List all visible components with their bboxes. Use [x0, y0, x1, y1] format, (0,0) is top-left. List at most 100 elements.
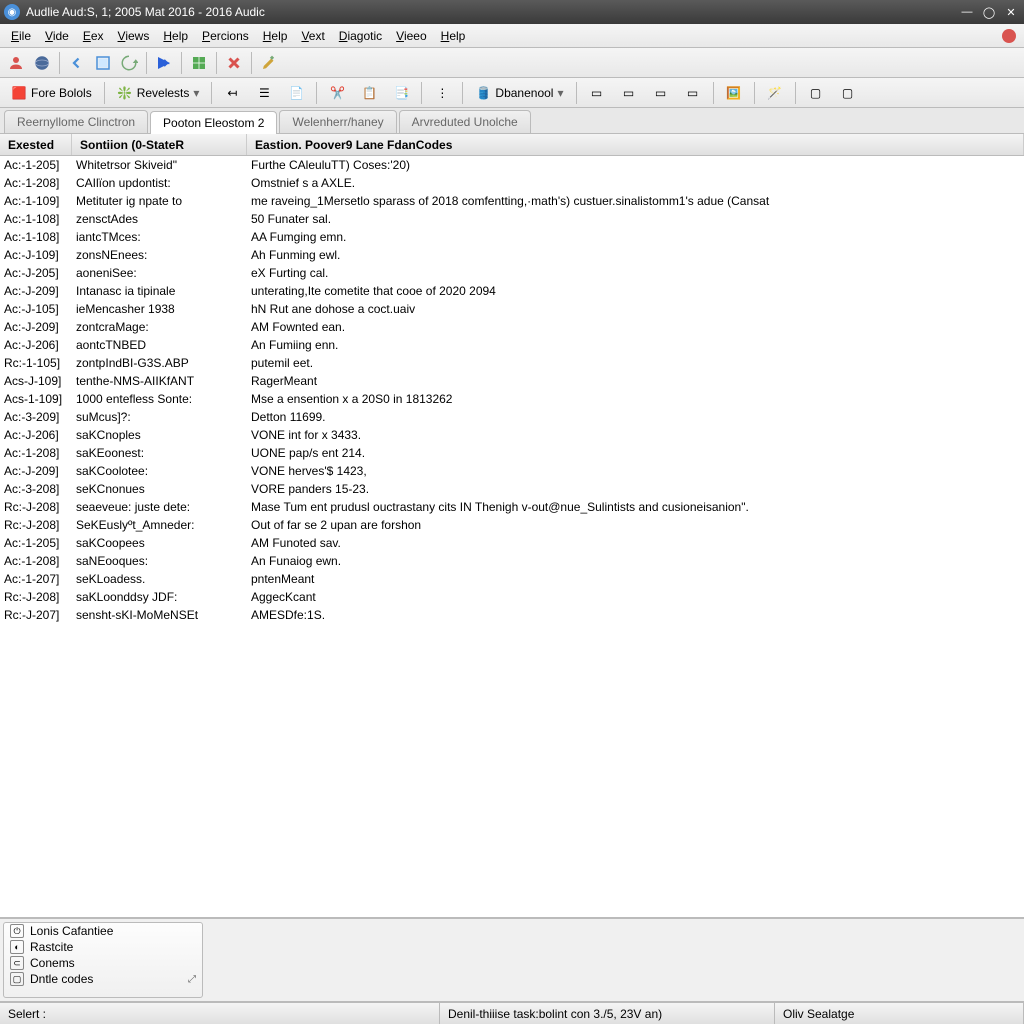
bottom-panel: ⏻Lonis Cafantiee ◐Rastcite ⊂Conems ▢Dntl…: [0, 918, 1024, 1002]
revelests-button[interactable]: ❇️Revelests▾: [110, 82, 207, 104]
table-row[interactable]: Ac:-1-207]seKLoadess.pntenMeant: [0, 570, 1024, 588]
tab-pooton[interactable]: Pooton Eleostom 2: [150, 111, 277, 134]
tb2-frame1-icon[interactable]: ▢: [801, 82, 831, 104]
tb2-wand-icon[interactable]: 🪄: [760, 82, 790, 104]
tb2-cut-icon[interactable]: ✂️: [322, 82, 352, 104]
tb2-panel3-icon[interactable]: ▭: [646, 82, 676, 104]
table-row[interactable]: Ac:-J-209]saKCoolotee:VONE herves'$ 1423…: [0, 462, 1024, 480]
bl-rastcite[interactable]: ◐Rastcite: [4, 939, 202, 955]
table-row[interactable]: Ac:-3-209]suMcus]?:Detton 11699.: [0, 408, 1024, 426]
tb2-list-icon[interactable]: ☰: [249, 82, 279, 104]
table-row[interactable]: Ac:-J-105]ieMencasher 1938hN Rut ane doh…: [0, 300, 1024, 318]
square-icon: ▢: [10, 972, 24, 986]
cylinder-icon: 🛢️: [475, 85, 491, 101]
alert-icon[interactable]: [1002, 29, 1016, 43]
power-icon: ⏻: [10, 924, 24, 938]
back-icon[interactable]: [65, 51, 89, 75]
col-eastion[interactable]: Eastion. Poover9 Lane FdanCodes: [247, 134, 1024, 155]
menu-vieeo[interactable]: Vieeo: [389, 27, 433, 45]
window-title: Audlie Aud:S, 1; 2005 Mat 2016 - 2016 Au…: [26, 5, 958, 19]
menubar: Eile Vide Eex Views Help Percions Help V…: [0, 24, 1024, 48]
table-row[interactable]: Ac:-J-209]Intanasc ia tipinaleunterating…: [0, 282, 1024, 300]
table-row[interactable]: Ac:-J-205]aoneniSee:eX Furting cal.: [0, 264, 1024, 282]
menu-help3[interactable]: Help: [434, 27, 473, 45]
table-row[interactable]: Ac:-J-209]zontcraMage:AM Fownted ean.: [0, 318, 1024, 336]
tb2-bullets-icon[interactable]: ⋮: [427, 82, 457, 104]
tb2-back-icon[interactable]: ↤: [217, 82, 247, 104]
fore-bolols-button[interactable]: 🟥Fore Bolols: [4, 82, 99, 104]
bottom-list: ⏻Lonis Cafantiee ◐Rastcite ⊂Conems ▢Dntl…: [3, 922, 203, 998]
bl-conems[interactable]: ⊂Conems: [4, 955, 202, 971]
maximize-button[interactable]: ◯: [980, 4, 998, 20]
tb2-copy-icon[interactable]: 📋: [354, 82, 384, 104]
app-icon: ◉: [4, 4, 20, 20]
table-row[interactable]: Ac:-J-206]aontcTNBEDAn Fumiing enn.: [0, 336, 1024, 354]
table-row[interactable]: Ac:-1-208]CAIlïon updontist:Omstnief s a…: [0, 174, 1024, 192]
table-row[interactable]: Acs-J-109]tenthe-NMS-AIIKfANTRagerMeant: [0, 372, 1024, 390]
circle-icon: ◐: [10, 940, 24, 954]
menu-vext[interactable]: Vext: [294, 27, 331, 45]
stop-icon: 🟥: [11, 85, 27, 101]
menu-diagotic[interactable]: Diagotic: [332, 27, 389, 45]
status-selert: Selert :: [0, 1003, 440, 1024]
table-row[interactable]: Rc:-J-208]seaeveue: juste dete:Mase Tum …: [0, 498, 1024, 516]
table-row[interactable]: Ac:-1-205]Whitetrsor Skiveid"Furthe CAle…: [0, 156, 1024, 174]
table-row[interactable]: Ac:-J-206]saKCnoplesVONE int for x 3433.: [0, 426, 1024, 444]
table-row[interactable]: Ac:-1-208]saNEooques:An Funaiog ewn.: [0, 552, 1024, 570]
menu-help2[interactable]: Help: [256, 27, 295, 45]
statusbar: Selert : Denil-thiiise task:bolint con 3…: [0, 1002, 1024, 1024]
tab-welenherr[interactable]: Welenherr/haney: [279, 110, 396, 133]
table-row[interactable]: Ac:-1-108]zensctAdes50 Funater sal.: [0, 210, 1024, 228]
table-row[interactable]: Ac:-1-205]saKCoopeesAM Funoted sav.: [0, 534, 1024, 552]
globe-icon[interactable]: [30, 51, 54, 75]
table-row[interactable]: Ac:-1-108]iantcTMces:AA Fumging emn.: [0, 228, 1024, 246]
tab-arvreduted[interactable]: Arvreduted Unolche: [399, 110, 531, 133]
col-exested[interactable]: Exested: [0, 134, 72, 155]
table-row[interactable]: Ac:-3-208]seKCnonuesVORE panders 15-23.: [0, 480, 1024, 498]
titlebar: ◉ Audlie Aud:S, 1; 2005 Mat 2016 - 2016 …: [0, 0, 1024, 24]
status-oliv: Oliv Sealatge: [775, 1003, 1024, 1024]
menu-percions[interactable]: Percions: [195, 27, 256, 45]
table-row[interactable]: Ac:-1-109]Metituter ig npate tome ravein…: [0, 192, 1024, 210]
tb2-image-icon[interactable]: 🖼️: [719, 82, 749, 104]
table-row[interactable]: Rc:-1-105]zontpIndBI-G3S.ABPputemil eet.: [0, 354, 1024, 372]
tb2-panel4-icon[interactable]: ▭: [678, 82, 708, 104]
tb2-panel2-icon[interactable]: ▭: [614, 82, 644, 104]
refresh-icon[interactable]: [117, 51, 141, 75]
bl-dntle[interactable]: ▢Dntle codes⤢: [4, 971, 202, 987]
window-icon[interactable]: [91, 51, 115, 75]
toolbar-main: [0, 48, 1024, 78]
bl-lonis[interactable]: ⏻Lonis Cafantiee: [4, 923, 202, 939]
menu-help1[interactable]: Help: [156, 27, 195, 45]
tb2-frame2-icon[interactable]: ▢: [833, 82, 863, 104]
table-row[interactable]: Rc:-J-207]sensht-sKI-MoMeNSEtAMESDfe:1S.: [0, 606, 1024, 624]
table-row[interactable]: Acs-1-109]1000 entefless Sonte:Mse a ens…: [0, 390, 1024, 408]
menu-views[interactable]: Views: [111, 27, 157, 45]
tb2-paste-icon[interactable]: 📑: [386, 82, 416, 104]
tab-reernyllome[interactable]: Reernyllome Clinctron: [4, 110, 148, 133]
table-row[interactable]: Ac:-J-109]zonsNEnees:Ah Funming ewl.: [0, 246, 1024, 264]
toolbar-secondary: 🟥Fore Bolols ❇️Revelests▾ ↤ ☰ 📄 ✂️ 📋 📑 ⋮…: [0, 78, 1024, 108]
status-denil: Denil-thiiise task:bolint con 3./5, 23V …: [440, 1003, 775, 1024]
tb2-page-icon[interactable]: 📄: [281, 82, 311, 104]
content-area[interactable]: Ac:-1-205]Whitetrsor Skiveid"Furthe CAle…: [0, 156, 1024, 918]
menu-file[interactable]: Eile: [4, 27, 38, 45]
close-button[interactable]: ✕: [1002, 4, 1020, 20]
menu-vide[interactable]: Vide: [38, 27, 76, 45]
table-row[interactable]: Rc:-J-208]saKLoonddsy JDF:AggecKcant: [0, 588, 1024, 606]
tabstrip: Reernyllome Clinctron Pooton Eleostom 2 …: [0, 108, 1024, 134]
user-icon[interactable]: [4, 51, 28, 75]
tb2-panel1-icon[interactable]: ▭: [582, 82, 612, 104]
edit-icon[interactable]: [257, 51, 281, 75]
col-sontiion[interactable]: Sontiion (0-StateR: [72, 134, 247, 155]
table-row[interactable]: Ac:-1-208]saKEoonest:UONE pap/s ent 214.: [0, 444, 1024, 462]
column-headers: Exested Sontiion (0-StateR Eastion. Poov…: [0, 134, 1024, 156]
table-row[interactable]: Rc:-J-208]SeKEuslyºt_Amneder:Out of far …: [0, 516, 1024, 534]
forward-arrow-icon[interactable]: [152, 51, 176, 75]
menu-eex[interactable]: Eex: [76, 27, 111, 45]
delete-icon[interactable]: [222, 51, 246, 75]
minimize-button[interactable]: —: [958, 4, 976, 20]
gear-green-icon: ❇️: [117, 85, 133, 101]
dbanenool-button[interactable]: 🛢️Dbanenool▾: [468, 82, 570, 104]
grid-green-icon[interactable]: [187, 51, 211, 75]
